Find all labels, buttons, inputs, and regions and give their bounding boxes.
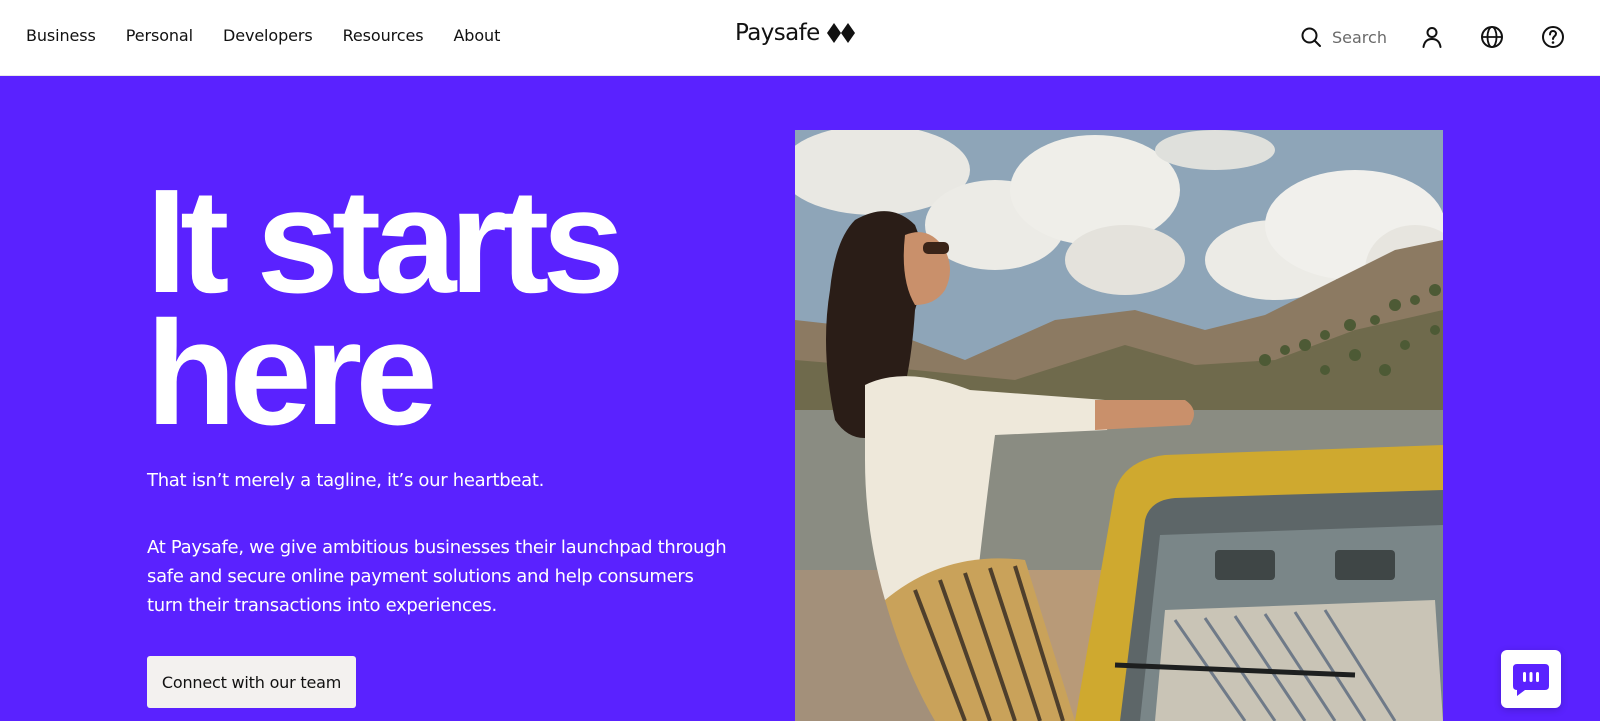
globe-icon xyxy=(1481,26,1503,48)
logo-wordmark: Paysafe xyxy=(735,20,820,46)
account-button[interactable] xyxy=(1420,25,1444,49)
language-button[interactable] xyxy=(1480,25,1504,49)
paysafe-logo[interactable]: Paysafe xyxy=(735,20,856,46)
hero-headline-line-2: here xyxy=(146,291,438,456)
hero-headline: It starts here xyxy=(146,168,746,448)
nav-item-about[interactable]: About xyxy=(453,26,500,45)
nav-item-resources[interactable]: Resources xyxy=(343,26,424,45)
hero-section: It starts here That isn’t merely a tagli… xyxy=(0,76,1600,721)
chat-button[interactable] xyxy=(1501,650,1561,708)
help-icon xyxy=(1542,26,1564,48)
hero-tagline: That isn’t merely a tagline, it’s our he… xyxy=(147,470,545,491)
hero-photo xyxy=(795,130,1443,721)
search-button[interactable]: Search xyxy=(1300,26,1387,48)
chat-icon xyxy=(1513,664,1549,696)
hero-body-text: At Paysafe, we give ambitious businesses… xyxy=(147,537,727,616)
help-button[interactable] xyxy=(1541,25,1565,49)
woman-leaning-on-yellow-car-image xyxy=(795,130,1443,721)
primary-nav: Business Personal Developers Resources A… xyxy=(26,26,500,45)
nav-item-personal[interactable]: Personal xyxy=(126,26,193,45)
nav-item-developers[interactable]: Developers xyxy=(223,26,313,45)
connect-with-team-button[interactable]: Connect with our team xyxy=(147,656,356,708)
search-icon xyxy=(1301,27,1321,47)
user-icon xyxy=(1422,27,1442,48)
nav-item-business[interactable]: Business xyxy=(26,26,96,45)
search-label: Search xyxy=(1332,27,1387,47)
paysafe-diamonds-logo-icon xyxy=(826,23,855,43)
top-navigation-bar: Business Personal Developers Resources A… xyxy=(0,0,1600,76)
